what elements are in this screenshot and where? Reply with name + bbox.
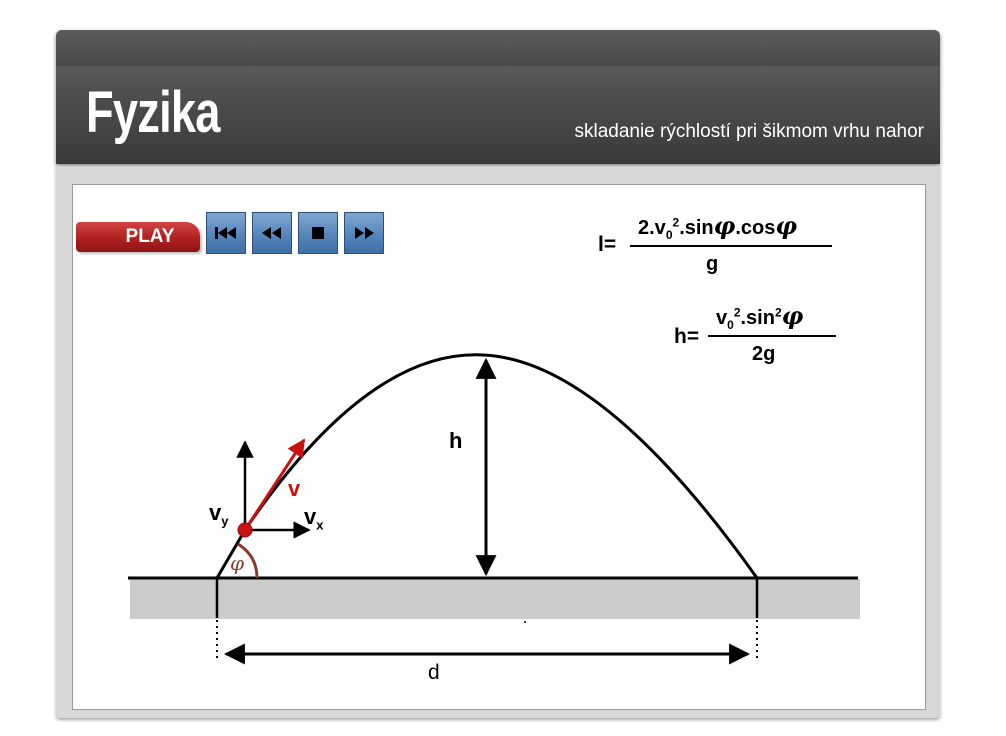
ground-dot xyxy=(524,621,526,623)
height-label: h xyxy=(449,428,463,453)
stop-button[interactable] xyxy=(298,212,338,254)
range-num-part-a: 2.v xyxy=(638,217,666,239)
vy-label-main: v xyxy=(209,500,222,525)
height-num-part-b: .sin xyxy=(740,307,775,329)
range-formula-numerator: 2.v02.sinφ.cosφ xyxy=(638,211,798,242)
range-formula-denominator: g xyxy=(706,253,719,275)
height-num-sup2: 2 xyxy=(774,305,782,320)
fast-forward-button[interactable] xyxy=(344,212,384,254)
range-num-part-b: .sin xyxy=(679,217,714,239)
vx-label-sub: x xyxy=(316,517,324,533)
range-num-phi-2: φ xyxy=(775,211,798,240)
height-num-sup: 2 xyxy=(733,305,741,320)
range-label: d xyxy=(428,661,440,684)
height-num-phi: φ xyxy=(781,301,804,330)
range-num-part-c: .cos xyxy=(735,217,776,239)
height-formula-numerator: v02.sin2φ xyxy=(716,301,804,332)
launch-point xyxy=(237,522,253,538)
vy-label: vy xyxy=(209,500,229,529)
height-num-part-a: v xyxy=(716,307,728,329)
height-formula-bar xyxy=(708,335,836,337)
range-num-sub: 0 xyxy=(665,228,673,242)
play-button-label: PLAY xyxy=(125,226,175,247)
range-num-phi-1: φ xyxy=(713,211,736,240)
projectile-diagram xyxy=(128,353,860,665)
velocity-label: v xyxy=(288,476,301,501)
range-formula-lhs: l= xyxy=(598,233,617,256)
vx-label-main: v xyxy=(304,504,317,529)
rewind-button[interactable] xyxy=(252,212,292,254)
skip-to-start-button[interactable] xyxy=(206,212,246,254)
height-formula-denominator: 2g xyxy=(752,343,776,365)
range-formula-bar xyxy=(630,245,832,247)
ground-strip xyxy=(130,579,860,619)
height-formula-lhs: h= xyxy=(674,325,700,348)
rewind-icon xyxy=(262,227,281,239)
fast-forward-icon xyxy=(355,227,374,239)
play-button[interactable]: PLAY xyxy=(76,222,200,252)
skip-back-icon xyxy=(215,227,236,239)
vx-label: vx xyxy=(304,504,324,533)
stop-icon xyxy=(312,227,324,239)
height-num-sub: 0 xyxy=(727,318,734,332)
angle-label: φ xyxy=(230,551,245,575)
vy-label-sub: y xyxy=(221,513,229,529)
